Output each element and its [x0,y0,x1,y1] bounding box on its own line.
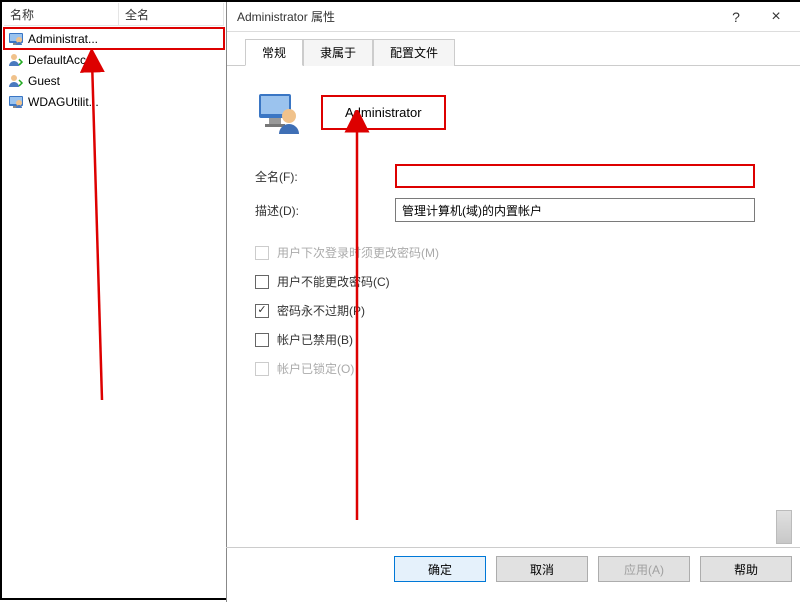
user-large-icon [257,90,301,134]
help-button[interactable]: ? [716,3,756,31]
list-item-administrator[interactable]: Administrat... [4,28,224,49]
list-item-wdag[interactable]: WDAGUtilit... [4,91,224,112]
cancel-button[interactable]: 取消 [496,556,588,582]
list-item-label: Guest [28,74,60,88]
ok-button[interactable]: 确定 [394,556,486,582]
list-item-label: DefaultAcc... [28,53,96,67]
close-button[interactable]: × [756,3,796,31]
list-item-defaultaccount[interactable]: DefaultAcc... [4,49,224,70]
fullname-input[interactable] [395,164,755,188]
column-name[interactable]: 名称 [4,3,119,26]
check-label: 用户不能更改密码(C) [277,273,390,290]
check-must-change-password: 用户下次登录时须更改密码(M) [255,244,778,261]
fullname-label: 全名(F): [255,168,395,185]
check-label: 帐户已锁定(O) [277,360,354,377]
apply-button[interactable]: 应用(A) [598,556,690,582]
properties-dialog: Administrator 属性 ? × 常规 隶属于 配置文件 Adminis… [226,2,800,602]
checkbox-checked-icon: ✓ [255,304,269,318]
check-password-never-expires[interactable]: ✓ 密码永不过期(P) [255,302,778,319]
tab-general[interactable]: 常规 [245,39,303,66]
checkbox-icon [255,275,269,289]
list-header: 名称 全名 [4,4,224,26]
check-account-disabled[interactable]: 帐户已禁用(B) [255,331,778,348]
checkbox-icon [255,333,269,347]
dialog-button-bar: 确定 取消 应用(A) 帮助 [226,547,800,582]
check-label: 帐户已禁用(B) [277,331,353,348]
list-item-label: WDAGUtilit... [28,95,99,109]
check-label: 密码永不过期(P) [277,302,365,319]
user-icon [8,94,24,110]
tab-bar: 常规 隶属于 配置文件 [227,34,800,66]
tab-profile[interactable]: 配置文件 [373,39,455,66]
scrollbar-stub [776,510,792,544]
description-input[interactable] [395,198,755,222]
user-list-panel: 名称 全名 Administrat... DefaultAcc... Gue [4,4,224,598]
user-icon [8,31,24,47]
user-name-heading: Administrator [321,95,446,130]
check-label: 用户下次登录时须更改密码(M) [277,244,439,261]
description-label: 描述(D): [255,202,395,219]
column-fullname[interactable]: 全名 [119,3,224,26]
check-cannot-change-password[interactable]: 用户不能更改密码(C) [255,273,778,290]
help-button-bottom[interactable]: 帮助 [700,556,792,582]
user-down-icon [8,73,24,89]
list-item-label: Administrat... [28,32,98,46]
tab-memberof[interactable]: 隶属于 [303,39,373,66]
help-icon: ? [732,9,740,25]
close-icon: × [771,8,780,26]
dialog-title: Administrator 属性 [237,8,716,25]
list-item-guest[interactable]: Guest [4,70,224,91]
checkbox-icon [255,362,269,376]
check-account-locked: 帐户已锁定(O) [255,360,778,377]
user-down-icon [8,52,24,68]
checkbox-icon [255,246,269,260]
titlebar: Administrator 属性 ? × [227,2,800,32]
